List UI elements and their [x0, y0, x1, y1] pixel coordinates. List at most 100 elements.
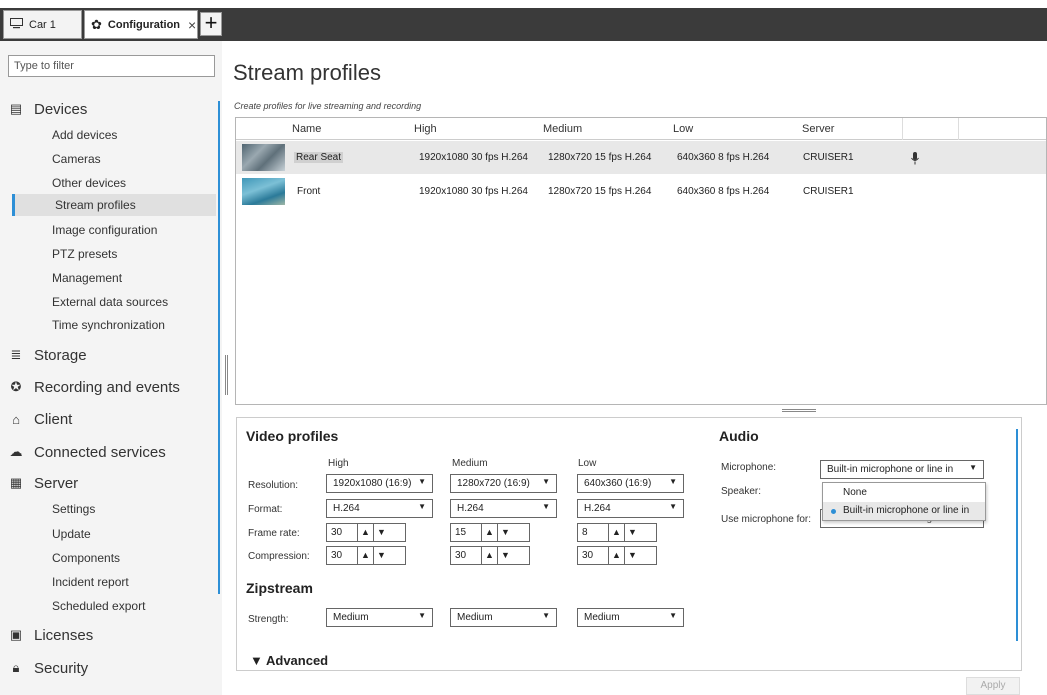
profiles-table: Name High Medium Low Server Rear Seat 19… — [235, 117, 1047, 405]
column-low-label: Low — [578, 458, 597, 469]
header-name[interactable]: Name — [292, 123, 321, 135]
low-frame-rate-stepper[interactable]: 8 ▲ ▼ — [577, 523, 657, 542]
sidebar-item-time-synchronization[interactable]: Time synchronization — [52, 314, 165, 336]
microphone-dropdown-menu: None Built-in microphone or line in — [822, 482, 986, 521]
column-high-label: High — [328, 458, 349, 469]
high-format-select[interactable]: H.264 ▼ — [326, 499, 433, 518]
stepper-value: 30 — [455, 550, 467, 561]
sidebar-section-server[interactable]: ▦ Server — [8, 471, 78, 495]
chevron-down-icon: ▼ — [542, 502, 550, 511]
header-low[interactable]: Low — [673, 123, 693, 135]
high-strength-select[interactable]: Medium ▼ — [326, 608, 433, 627]
sidebar-item-components[interactable]: Components — [52, 547, 120, 569]
row-medium: 1280x720 15 fps H.264 — [548, 186, 652, 197]
chevron-down-icon[interactable]: ▼ — [497, 547, 513, 564]
chevron-up-icon[interactable]: ▲ — [357, 547, 373, 564]
stepper-value: 30 — [331, 550, 343, 561]
panel-scrollbar[interactable] — [1016, 429, 1018, 641]
table-row[interactable]: Rear Seat 1920x1080 30 fps H.264 1280x72… — [236, 141, 1046, 174]
medium-compression-stepper[interactable]: 30 ▲ ▼ — [450, 546, 530, 565]
sidebar-item-update[interactable]: Update — [52, 523, 91, 545]
low-resolution-select[interactable]: 640x360 (16:9) ▼ — [577, 474, 684, 493]
chevron-down-icon[interactable]: ▼ — [373, 524, 389, 541]
sidebar-item-other-devices[interactable]: Other devices — [52, 172, 126, 194]
section-label: Server — [34, 474, 79, 492]
sidebar-item-add-devices[interactable]: Add devices — [52, 124, 117, 146]
column-medium-label: Medium — [452, 458, 488, 469]
chevron-down-icon: ▼ — [969, 463, 977, 472]
header-high[interactable]: High — [414, 123, 437, 135]
new-tab-button[interactable]: + — [200, 12, 222, 36]
advanced-toggle[interactable]: ▼ Advanced — [250, 653, 328, 668]
chevron-down-icon[interactable]: ▼ — [373, 547, 389, 564]
tab-configuration[interactable]: ✿ Configuration × — [84, 10, 198, 39]
sidebar-section-recording[interactable]: ✪ Recording and events — [8, 375, 180, 399]
microphone-icon — [911, 152, 919, 168]
select-value: H.264 — [457, 503, 484, 514]
filter-input[interactable]: Type to filter — [8, 55, 215, 77]
page-subtitle: Create profiles for live streaming and r… — [234, 101, 422, 111]
option-built-in-microphone[interactable]: Built-in microphone or line in — [823, 502, 985, 520]
column-separator — [958, 118, 959, 140]
camera-thumbnail — [242, 178, 285, 205]
strength-label: Strength: — [248, 614, 289, 625]
chevron-up-icon[interactable]: ▲ — [608, 547, 624, 564]
stepper-value: 15 — [455, 527, 467, 538]
chevron-up-icon[interactable]: ▲ — [357, 524, 373, 541]
chevron-up-icon[interactable]: ▲ — [481, 547, 497, 564]
sidebar-item-ptz-presets[interactable]: PTZ presets — [52, 243, 117, 265]
sidebar-item-scheduled-export[interactable]: Scheduled export — [52, 595, 145, 617]
sidebar-item-settings[interactable]: Settings — [52, 498, 95, 520]
low-format-select[interactable]: H.264 ▼ — [577, 499, 684, 518]
low-strength-select[interactable]: Medium ▼ — [577, 608, 684, 627]
sidebar-section-licenses[interactable]: ▣ Licenses — [8, 623, 93, 647]
chevron-down-icon[interactable]: ▼ — [497, 524, 513, 541]
sidebar-scrollbar[interactable] — [218, 101, 220, 594]
chevron-down-icon: ▼ — [418, 477, 426, 486]
high-frame-rate-stepper[interactable]: 30 ▲ ▼ — [326, 523, 406, 542]
chevron-up-icon[interactable]: ▲ — [608, 524, 624, 541]
sidebar-section-connected-services[interactable]: ☁ Connected services — [8, 440, 166, 464]
sidebar-resize-handle[interactable] — [225, 355, 228, 395]
chevron-down-icon: ▼ — [669, 611, 677, 620]
option-label: None — [843, 487, 867, 498]
sidebar-item-incident-report[interactable]: Incident report — [52, 571, 129, 593]
microphone-select[interactable]: Built-in microphone or line in ▼ — [820, 460, 984, 479]
section-label: Devices — [34, 100, 88, 118]
tab-car1[interactable]: Car 1 — [3, 10, 82, 39]
medium-strength-select[interactable]: Medium ▼ — [450, 608, 557, 627]
medium-frame-rate-stepper[interactable]: 15 ▲ ▼ — [450, 523, 530, 542]
sidebar-item-stream-profiles[interactable]: Stream profiles — [12, 194, 216, 216]
select-value: 1280x720 (16:9) — [457, 478, 530, 489]
low-compression-stepper[interactable]: 30 ▲ ▼ — [577, 546, 657, 565]
close-icon[interactable]: × — [188, 17, 196, 33]
camera-thumbnail — [242, 144, 285, 171]
resolution-label: Resolution: — [248, 480, 299, 491]
use-microphone-label: Use microphone for: — [721, 514, 812, 525]
medium-format-select[interactable]: H.264 ▼ — [450, 499, 557, 518]
high-resolution-select[interactable]: 1920x1080 (16:9) ▼ — [326, 474, 433, 493]
sidebar-section-devices[interactable]: ▤ Devices — [8, 97, 88, 121]
chevron-down-icon[interactable]: ▼ — [624, 547, 640, 564]
storage-icon: ≣ — [10, 347, 22, 362]
option-none[interactable]: None — [823, 484, 985, 502]
chevron-up-icon[interactable]: ▲ — [481, 524, 497, 541]
chevron-down-icon[interactable]: ▼ — [624, 524, 640, 541]
sidebar-item-image-configuration[interactable]: Image configuration — [52, 219, 157, 241]
header-server[interactable]: Server — [802, 123, 834, 135]
apply-button[interactable]: Apply — [966, 677, 1020, 695]
sidebar-section-client[interactable]: ⌂ Client — [8, 407, 72, 431]
chevron-down-icon: ▼ — [669, 502, 677, 511]
sidebar-item-management[interactable]: Management — [52, 267, 122, 289]
panel-splitter[interactable] — [782, 409, 816, 412]
sidebar-item-cameras[interactable]: Cameras — [52, 148, 101, 170]
header-medium[interactable]: Medium — [543, 123, 582, 135]
sidebar-section-storage[interactable]: ≣ Storage — [8, 343, 87, 367]
high-compression-stepper[interactable]: 30 ▲ ▼ — [326, 546, 406, 565]
chevron-down-icon: ▼ — [542, 611, 550, 620]
stepper-value: 30 — [331, 527, 343, 538]
medium-resolution-select[interactable]: 1280x720 (16:9) ▼ — [450, 474, 557, 493]
sidebar-section-security[interactable]: 🔒︎ Security — [8, 656, 89, 680]
sidebar-item-external-data-sources[interactable]: External data sources — [52, 291, 168, 313]
table-row[interactable]: Front 1920x1080 30 fps H.264 1280x720 15… — [236, 175, 1046, 208]
